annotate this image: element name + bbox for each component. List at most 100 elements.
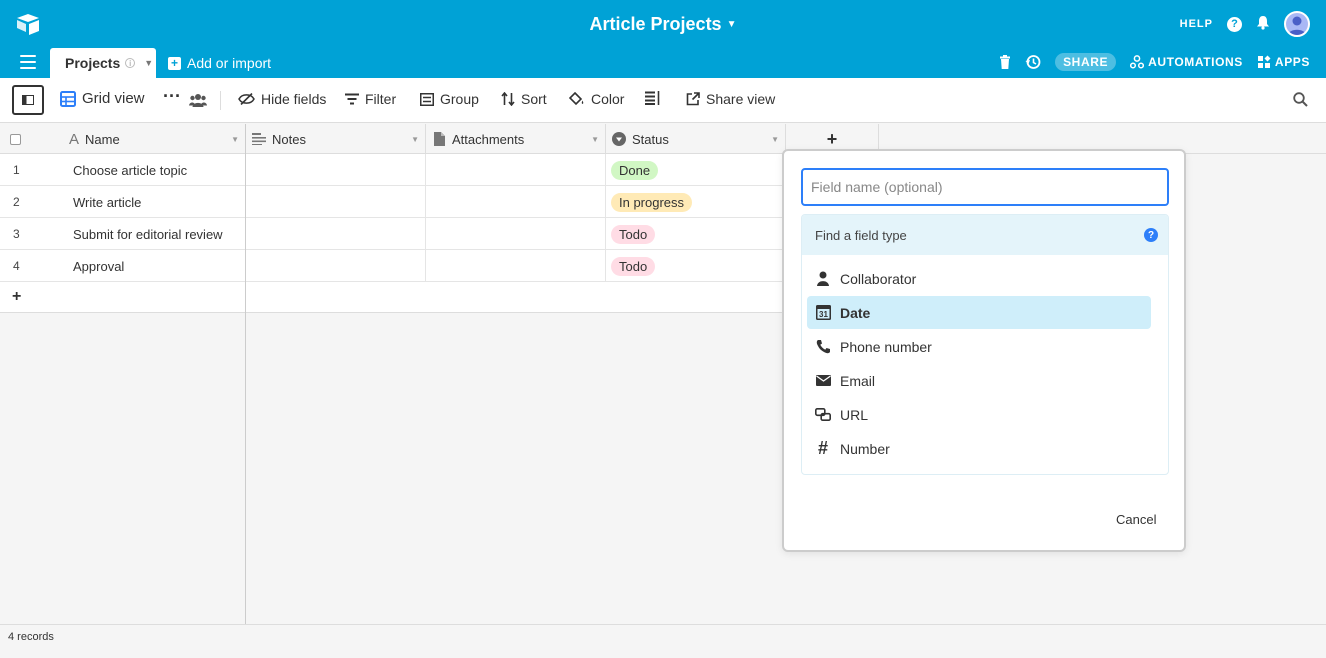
collaborators-icon[interactable] [189,93,207,107]
help-button[interactable]: HELP [1180,18,1213,30]
chevron-down-icon[interactable]: ▼ [727,19,737,30]
more-icon[interactable]: ··· [163,86,181,107]
field-type-search[interactable]: Find a field type ? [802,215,1168,255]
base-title-text[interactable]: Article Projects [590,14,722,34]
chevron-down-icon[interactable]: ▼ [144,58,153,68]
name-cell[interactable]: 4 Approval [0,250,246,282]
row-height-icon[interactable] [645,91,661,105]
notes-cell[interactable] [246,250,426,282]
cancel-button[interactable]: Cancel [1116,512,1156,527]
color-button[interactable]: Color [569,91,624,107]
status-cell[interactable]: In progress [606,186,786,218]
column-header-attachments[interactable]: Attachments ▼ [426,124,606,154]
field-type-date[interactable]: 31 Date [807,296,1151,329]
table-tabs: Projects i ▼ + Add or import SHARE AUTOM… [0,46,1326,78]
filter-icon [345,93,359,105]
automations-button[interactable]: AUTOMATIONS [1130,55,1243,69]
automations-icon [1130,55,1145,69]
column-label: Notes [272,131,306,147]
bell-icon[interactable] [1256,15,1270,33]
attachments-cell[interactable] [426,250,606,282]
filter-button[interactable]: Filter [345,91,396,107]
view-name: Grid view [82,90,145,107]
chevron-down-icon[interactable]: ▼ [591,135,599,144]
airtable-logo-icon[interactable] [14,10,42,38]
attachments-cell[interactable] [426,154,606,186]
record-name: Choose article topic [73,162,188,178]
field-type-number[interactable]: # Number [807,432,1151,465]
row-number: 2 [13,195,20,209]
attachments-cell[interactable] [426,218,606,250]
history-icon[interactable] [1025,54,1041,70]
sort-button[interactable]: Sort [501,91,547,107]
share-button[interactable]: SHARE [1055,53,1117,71]
record-count: 4 records [8,631,54,643]
base-title: Article Projects ▼ [0,14,1326,35]
hide-fields-button[interactable]: Hide fields [238,91,326,107]
envelope-icon [815,373,831,389]
attachments-cell[interactable] [426,186,606,218]
top-right-actions: HELP ? [1180,11,1310,37]
tab-projects[interactable]: Projects i ▼ [50,48,156,78]
record-name: Approval [73,258,125,274]
calendar-icon: 31 [815,305,831,321]
phone-icon [815,339,831,355]
question-icon[interactable]: ? [1227,16,1242,32]
add-record-row[interactable]: + [0,282,786,313]
field-type-phone-number[interactable]: Phone number [807,330,1151,363]
notes-cell[interactable] [246,154,426,186]
sidebar-toggle-button[interactable] [12,85,44,115]
text-field-icon: A [69,130,80,148]
status-badge: Todo [611,224,656,244]
top-bar: Article Projects ▼ HELP ? Projects i ▼ + … [0,0,1326,78]
row-number: 1 [13,163,20,177]
select-all-checkbox[interactable] [10,133,21,145]
group-button[interactable]: Group [420,91,479,107]
plus-icon: + [168,56,181,70]
column-header-name[interactable]: A Name ▼ [0,124,246,154]
column-label: Name [85,131,120,147]
status-cell[interactable]: Todo [606,250,786,282]
notes-cell[interactable] [246,186,426,218]
view-switcher[interactable]: Grid view [60,90,145,107]
info-icon[interactable]: i [125,58,136,68]
sort-label: Sort [521,91,547,107]
status-cell[interactable]: Done [606,154,786,186]
primary-column-divider [245,124,246,658]
field-type-collaborator[interactable]: Collaborator [807,262,1151,295]
share-view-button[interactable]: Share view [686,91,775,107]
table-row[interactable]: 4 Approval Todo [0,250,786,282]
search-icon[interactable] [1293,92,1308,107]
apps-button[interactable]: APPS [1257,55,1310,69]
field-type-search-placeholder: Find a field type [815,227,907,243]
field-type-label: Date [840,304,871,321]
menu-icon[interactable] [20,55,36,69]
table-row[interactable]: 2 Write article In progress [0,186,786,218]
name-cell[interactable]: 2 Write article [0,186,246,218]
add-or-import-button[interactable]: + Add or import [168,55,271,71]
name-cell[interactable]: 1 Choose article topic [0,154,246,186]
field-type-url[interactable]: URL [807,398,1151,431]
column-label: Attachments [452,131,525,147]
chevron-down-icon[interactable]: ▼ [771,135,779,144]
field-type-picker: Find a field type ? Collaborator 31 Date… [801,214,1169,475]
question-icon[interactable]: ? [1144,228,1158,242]
table-row[interactable]: 1 Choose article topic Done [0,154,786,186]
column-header-status[interactable]: Status ▼ [606,124,786,154]
chevron-down-icon[interactable]: ▼ [411,135,419,144]
notes-cell[interactable] [246,218,426,250]
chevron-down-icon[interactable]: ▼ [231,135,239,144]
footer-summary-bar: 4 records [0,624,1326,658]
table-row[interactable]: 3 Submit for editorial review Todo [0,218,786,250]
column-header-notes[interactable]: Notes ▼ [246,124,426,154]
status-cell[interactable]: Todo [606,218,786,250]
status-badge: Todo [611,256,656,276]
field-type-email[interactable]: Email [807,364,1151,397]
avatar[interactable] [1284,11,1310,37]
hide-fields-label: Hide fields [261,91,327,107]
name-cell[interactable]: 3 Submit for editorial review [0,218,246,250]
automations-label: AUTOMATIONS [1148,55,1243,69]
field-name-input[interactable] [801,168,1169,206]
trash-icon[interactable] [999,55,1011,69]
apps-label: APPS [1274,55,1310,69]
